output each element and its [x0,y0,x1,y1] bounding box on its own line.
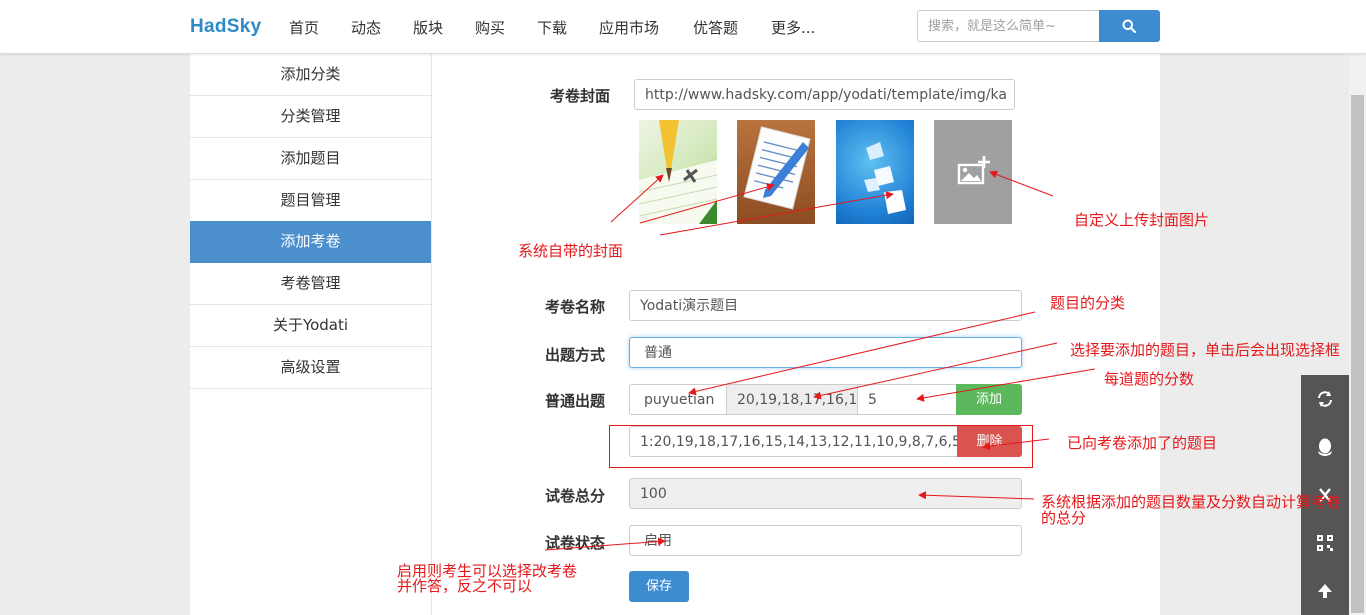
nav-yodati[interactable]: 优答题 [693,17,738,38]
top-navbar: HadSky 首页 动态 版块 购买 下载 应用市场 优答题 更多... [0,0,1366,54]
nav-app-market[interactable]: 应用市场 [599,17,659,38]
annotation-status-line1: 启用则考生可以选择改考卷 [397,562,578,580]
status-select[interactable]: 启用 [629,525,1022,556]
nav-activity[interactable]: 动态 [351,17,381,38]
cover-url-input[interactable]: http://www.hadsky.com/app/yodati/templat… [634,79,1015,110]
nav-buy[interactable]: 购买 [475,17,505,38]
search-button[interactable] [1099,10,1160,42]
search-input[interactable] [917,10,1108,42]
status-label: 试卷状态 [545,534,606,552]
annotation-system-cover: 系统自带的封面 [518,242,624,260]
question-ids-input[interactable]: 20,19,18,17,16,15 [726,384,858,415]
nav-more[interactable]: 更多... [771,17,815,38]
sidebar-item-category-manage[interactable]: 分类管理 [190,96,431,138]
nav-boards[interactable]: 版块 [413,17,443,38]
nav-home[interactable]: 首页 [289,17,319,38]
sidebar-item-about[interactable]: 关于Yodati [190,305,431,347]
sidebar-item-question-manage[interactable]: 题目管理 [190,180,431,222]
sidebar-item-advanced[interactable]: 高级设置 [190,347,431,389]
score-input[interactable]: 5 [857,384,957,415]
cover-thumb-papers[interactable] [836,120,914,224]
category-select[interactable]: puyuetian [629,384,727,415]
add-image-icon [957,156,990,185]
cover-thumb-pencil[interactable] [639,120,717,224]
main-panel: 添加分类 分类管理 添加题目 题目管理 添加考卷 考卷管理 关于Yodati 高… [190,54,1160,615]
annotation-category: 题目的分类 [1050,294,1126,312]
annotation-score-each: 每道题的分数 [1104,370,1195,388]
mode-select[interactable]: 普通 [629,337,1022,368]
sidebar-item-add-exam[interactable]: 添加考卷 [190,221,431,263]
qq-icon[interactable] [1301,423,1349,471]
sidebar-item-add-question[interactable]: 添加题目 [190,138,431,180]
notepad-icon [743,126,811,210]
nav-download[interactable]: 下载 [537,17,567,38]
annotation-added-questions: 已向考卷添加了的题目 [1067,434,1218,452]
cover-thumb-notepad[interactable] [737,120,815,224]
total-score-label: 试卷总分 [545,487,606,505]
add-button[interactable]: 添加 [956,384,1022,415]
pencil-icon [639,120,717,224]
added-questions-highlight-box [609,425,1033,468]
annotation-select-questions: 选择要添加的题目，单击后会出现选择框 [1070,341,1341,359]
page-scrollbar[interactable] [1349,53,1366,615]
search-icon [1122,19,1136,33]
cover-upload-custom[interactable] [934,120,1012,224]
scroll-thumb[interactable] [1351,95,1364,613]
sidebar: 添加分类 分类管理 添加题目 题目管理 添加考卷 考卷管理 关于Yodati 高… [190,54,432,615]
annotation-custom-cover: 自定义上传封面图片 [1074,211,1210,229]
sidebar-item-add-category[interactable]: 添加分类 [190,54,431,96]
annotation-auto-total-line1: 系统根据添加的题目数量及分数自动计算考卷 [1041,493,1342,511]
cover-label: 考卷封面 [550,87,611,105]
exam-name-label: 考卷名称 [545,298,606,316]
papers-icon [864,142,906,214]
refresh-icon[interactable] [1301,375,1349,423]
save-button[interactable]: 保存 [629,571,689,602]
annotation-status-line2: 并作答，反之不可以 [397,577,533,595]
brand-logo[interactable]: HadSky [190,16,262,38]
normal-label: 普通出题 [545,392,606,410]
qrcode-icon[interactable] [1301,519,1349,567]
total-score-input: 100 [629,478,1022,509]
exam-name-input[interactable]: Yodati演示题目 [629,290,1022,321]
sidebar-item-exam-manage[interactable]: 考卷管理 [190,263,431,305]
mode-label: 出题方式 [545,346,606,364]
arrow-up-icon[interactable] [1301,567,1349,615]
annotation-auto-total-line2: 的总分 [1041,509,1087,527]
